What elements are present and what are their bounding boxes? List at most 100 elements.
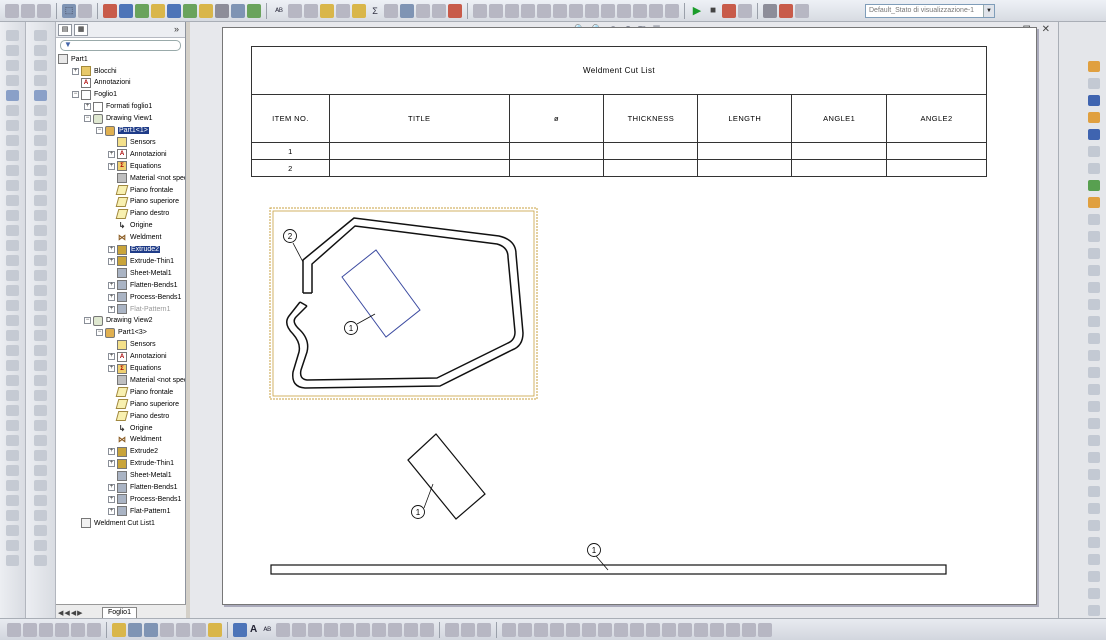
- tree-node[interactable]: + Flat-Pattern1: [108, 505, 170, 517]
- tool-button-icon[interactable]: [6, 285, 19, 296]
- standard-view-icon[interactable]: [112, 622, 126, 637]
- sketch-tool-icon[interactable]: [1088, 316, 1100, 327]
- tool-button-icon[interactable]: [34, 75, 47, 86]
- run-macro-icon[interactable]: ▶: [690, 4, 704, 18]
- tree-node[interactable]: + Flat-Pattern1: [108, 303, 170, 315]
- sketch-tool-icon[interactable]: [1088, 520, 1100, 531]
- open-icon[interactable]: [21, 3, 35, 18]
- tree-node[interactable]: ⋈ Weldment: [108, 232, 161, 244]
- align-dim-8-icon[interactable]: [614, 622, 629, 637]
- align-dim-1-icon[interactable]: [502, 622, 517, 637]
- broken-view-icon[interactable]: [192, 622, 206, 637]
- tree-node[interactable]: + A Annotazioni: [108, 351, 167, 363]
- sketch-tool-icon[interactable]: [1088, 248, 1100, 259]
- tool-button-icon[interactable]: [34, 330, 47, 341]
- datum-feature-icon[interactable]: [356, 622, 371, 637]
- align-dim-4-icon[interactable]: [550, 622, 565, 637]
- tool-button-icon[interactable]: [34, 240, 47, 251]
- projected-view-icon[interactable]: [128, 622, 142, 637]
- expand-toggle-icon[interactable]: +: [108, 162, 115, 170]
- tree-node[interactable]: + Blocchi: [72, 65, 117, 77]
- sketch-tool-icon[interactable]: [1088, 503, 1100, 514]
- table-tool-icon[interactable]: [461, 622, 476, 637]
- tool-button-icon[interactable]: [6, 405, 19, 416]
- display-state-icon[interactable]: [779, 3, 793, 18]
- tree-node[interactable]: − Part1<3>: [96, 327, 147, 339]
- tool-button-icon[interactable]: [34, 30, 47, 41]
- sum-icon[interactable]: Σ: [368, 4, 382, 18]
- sketch-tool-icon[interactable]: [1088, 469, 1100, 480]
- tree-node[interactable]: − Drawing View2: [84, 315, 153, 327]
- bom-icon[interactable]: [477, 622, 492, 637]
- align-dim-11-icon[interactable]: [662, 622, 677, 637]
- tool-button-icon[interactable]: [34, 540, 47, 551]
- surface-finish-tool-icon[interactable]: [308, 622, 323, 637]
- expand-toggle-icon[interactable]: +: [108, 281, 115, 289]
- tree-node[interactable]: + Flatten-Bends1: [108, 482, 177, 494]
- align-dim-6-icon[interactable]: [582, 622, 597, 637]
- align-dim-3-icon[interactable]: [534, 622, 549, 637]
- tool-button-icon[interactable]: [34, 390, 47, 401]
- note-icon[interactable]: [135, 3, 149, 18]
- sketch-tool-icon[interactable]: [1088, 95, 1100, 106]
- auto-balloon-icon[interactable]: [292, 622, 307, 637]
- tool-button-icon[interactable]: [34, 210, 47, 221]
- tool-button-icon[interactable]: [6, 75, 19, 86]
- tree-node[interactable]: Piano superiore: [108, 398, 179, 410]
- spell-check-icon[interactable]: ᴬᴮ: [272, 4, 286, 18]
- center-mark-icon[interactable]: [432, 3, 446, 18]
- tree-node[interactable]: Material <not specif: [108, 374, 185, 386]
- sketch-tool-icon[interactable]: [1088, 333, 1100, 344]
- tree-node[interactable]: ↳ Origine: [108, 422, 153, 434]
- tool-button-icon[interactable]: [34, 120, 47, 131]
- thickness-icon[interactable]: [55, 622, 69, 637]
- tool-button-icon[interactable]: [6, 150, 19, 161]
- tool-button-icon[interactable]: [6, 510, 19, 521]
- chevron-down-icon[interactable]: ▼: [983, 5, 994, 17]
- tool-button-icon[interactable]: [6, 330, 19, 341]
- tree-node[interactable]: Piano superiore: [108, 196, 179, 208]
- tree-node[interactable]: Weldment Cut List1: [72, 517, 155, 529]
- sketch-tool-icon[interactable]: [1088, 214, 1100, 225]
- sheet-tab[interactable]: Foglio1: [102, 607, 137, 618]
- tool-button-icon[interactable]: [6, 45, 19, 56]
- sheet-nav-arrows-icon[interactable]: ◀◀◀▶: [58, 609, 84, 617]
- tree-node[interactable]: Piano frontale: [108, 184, 173, 196]
- expand-toggle-icon[interactable]: +: [108, 293, 115, 301]
- snap-icon[interactable]: [215, 3, 229, 18]
- align-4-icon[interactable]: [521, 3, 535, 18]
- smart-dim-icon[interactable]: [233, 622, 247, 637]
- tool-button-icon[interactable]: [6, 210, 19, 221]
- tool-button-icon[interactable]: [6, 375, 19, 386]
- align-dim-12-icon[interactable]: [678, 622, 693, 637]
- tree-node[interactable]: + Extrude2: [108, 446, 158, 458]
- balloon-icon[interactable]: [151, 3, 165, 18]
- edit-macro-icon[interactable]: [738, 3, 752, 18]
- block-icon[interactable]: [304, 3, 318, 18]
- hide-edge-icon[interactable]: [87, 622, 101, 637]
- balloon-1-bar[interactable]: 1: [587, 543, 601, 557]
- sketch-tool-icon[interactable]: [1088, 61, 1100, 72]
- expand-toggle-icon[interactable]: +: [108, 495, 115, 503]
- tree-node[interactable]: + Extrude2: [108, 244, 161, 256]
- sketch-tool-icon[interactable]: [1088, 129, 1100, 140]
- rebuild-icon[interactable]: [78, 3, 92, 18]
- sketch-tool-icon[interactable]: [1088, 452, 1100, 463]
- tool-button-icon[interactable]: [34, 405, 47, 416]
- sketch-tool-icon[interactable]: [1088, 282, 1100, 293]
- crop-view-icon[interactable]: [208, 622, 222, 637]
- expand-toggle-icon[interactable]: +: [108, 448, 115, 456]
- layer-icon[interactable]: [247, 3, 261, 18]
- tool-button-icon[interactable]: [6, 90, 19, 101]
- note-text-icon[interactable]: A: [250, 624, 257, 635]
- align-5-icon[interactable]: [537, 3, 551, 18]
- tool-button-icon[interactable]: [6, 435, 19, 446]
- tool-button-icon[interactable]: [34, 60, 47, 71]
- mark-icon[interactable]: [320, 3, 334, 18]
- display-state-select[interactable]: Default_Stato di visualizzazione-1 ▼: [865, 4, 995, 18]
- align-dim-5-icon[interactable]: [566, 622, 581, 637]
- tree-node[interactable]: + Extrude-Thin1: [108, 255, 174, 267]
- display-state-2-icon[interactable]: [795, 3, 809, 18]
- tool-button-icon[interactable]: [6, 165, 19, 176]
- align-2-icon[interactable]: [489, 3, 503, 18]
